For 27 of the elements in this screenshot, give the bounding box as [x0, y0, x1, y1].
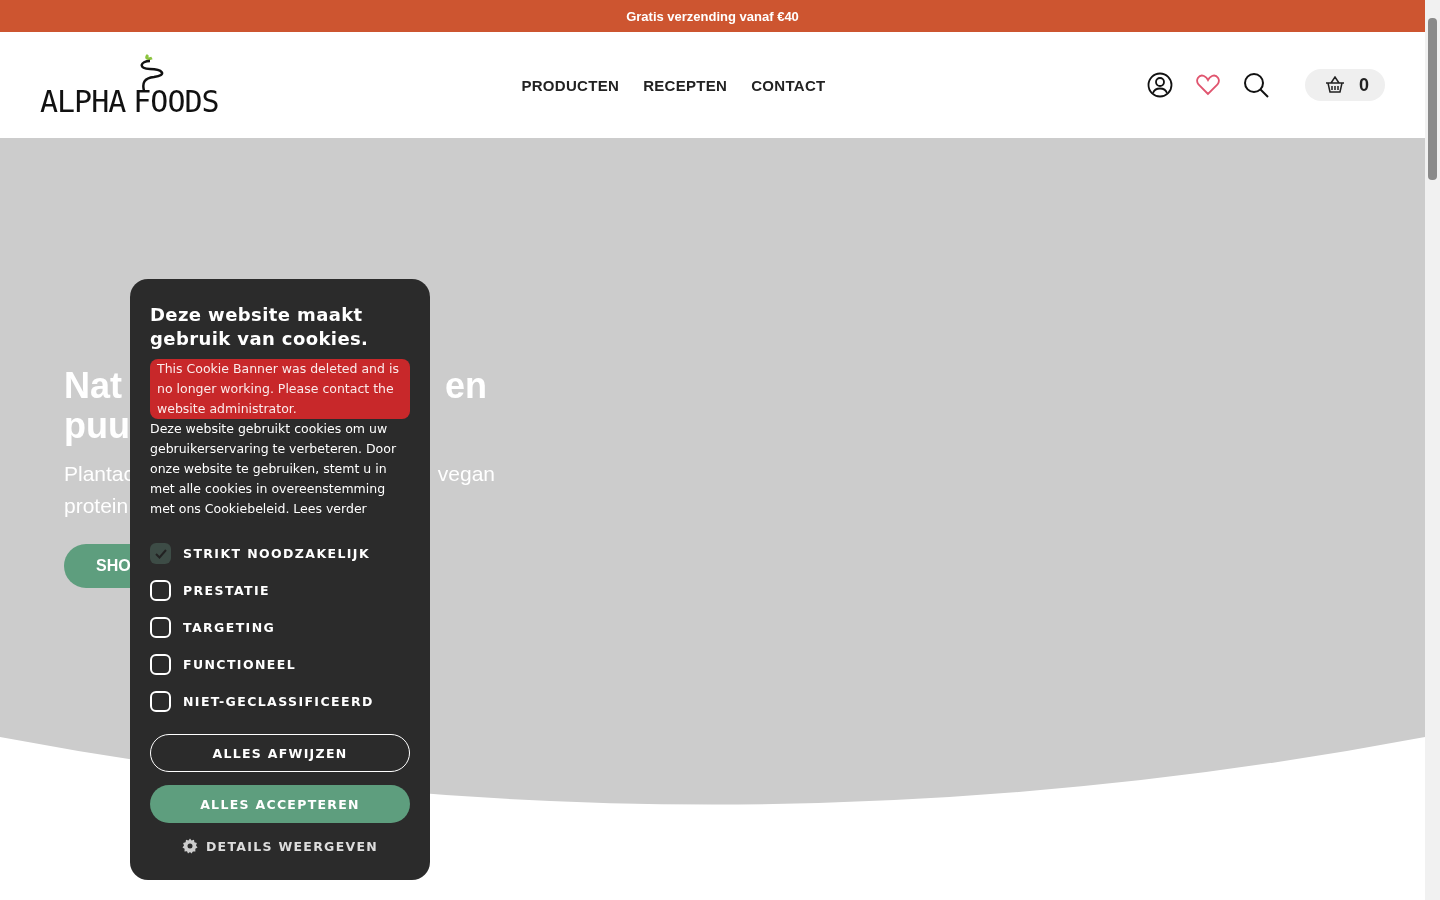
- checkbox-label: NIET-GECLASSIFICEERD: [183, 694, 374, 709]
- checkbox[interactable]: [150, 691, 171, 712]
- checkbox[interactable]: [150, 654, 171, 675]
- logo[interactable]: ALPHA FOODS: [40, 53, 240, 117]
- nav-link[interactable]: RECEPTEN: [643, 76, 728, 94]
- nav-link[interactable]: CONTACT: [751, 76, 826, 94]
- account-icon[interactable]: [1147, 72, 1173, 98]
- nav-link[interactable]: PRODUCTEN: [521, 76, 620, 94]
- settings-icon: [181, 838, 198, 854]
- scrollbar[interactable]: [1425, 0, 1440, 900]
- announcement-text: Gratis verzending vanaf €40: [626, 8, 799, 24]
- heart-icon[interactable]: [1195, 72, 1221, 98]
- checkbox-label: TARGETING: [183, 620, 276, 635]
- checkbox[interactable]: [150, 617, 171, 638]
- check-icon: [154, 548, 167, 559]
- error-message: This Cookie Banner was deleted and is no longer working. Please contact the website administrator.: [150, 359, 410, 419]
- cart-button[interactable]: 0: [1305, 69, 1385, 101]
- details-button[interactable]: DETAILS WEERGEVEN: [175, 837, 385, 855]
- checkbox-label: FUNCTIONEEL: [183, 657, 297, 672]
- dialog-text: Deze website gebruikt cookies om uw gebruikerservaring te verbeteren. Door onze website te gebruiken, stemt u in met alle cookies in overeenstemming met ons Cookiebeleid. Lees verder: [150, 420, 398, 518]
- checkbox[interactable]: [150, 580, 171, 601]
- basket-icon: [1325, 76, 1345, 94]
- checkbox-label: STRIKT NOODZAKELIJK: [183, 546, 370, 561]
- checkbox-label: PRESTATIE: [183, 583, 270, 598]
- checkbox[interactable]: [150, 543, 171, 564]
- dialog-title: Deze website maakt gebruik van cookies.: [150, 303, 370, 351]
- search-icon[interactable]: [1243, 72, 1269, 98]
